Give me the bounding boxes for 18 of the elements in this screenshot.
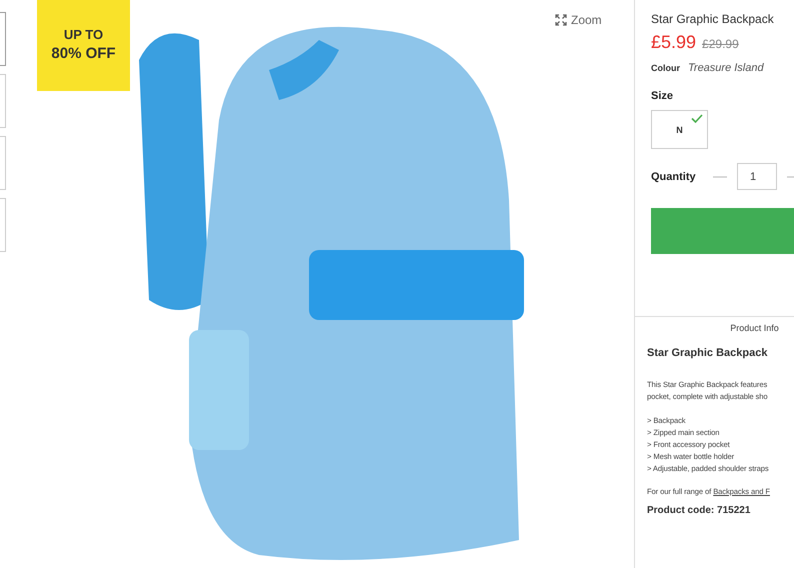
product-name: Star Graphic Backpack xyxy=(647,347,768,359)
minus-icon[interactable] xyxy=(713,174,727,178)
check-icon xyxy=(691,114,703,123)
quantity-field[interactable]: 1 xyxy=(737,163,777,190)
size-option[interactable]: N xyxy=(651,110,708,149)
expand-icon xyxy=(555,14,567,26)
colour-label: Colour xyxy=(651,63,680,73)
discount-badge: UP TO 80% OFF xyxy=(37,0,130,91)
size-label: Size xyxy=(651,90,674,102)
product-code: Product code: 715221 xyxy=(647,505,750,516)
quantity-label: Quantity xyxy=(651,170,697,182)
sale-price: £5.99 xyxy=(651,32,696,53)
original-price: £29.99 xyxy=(702,37,739,51)
panel-heading: Product Info xyxy=(729,323,780,333)
colour-value: Treasure Island xyxy=(688,62,764,74)
add-to-bag-button[interactable] xyxy=(651,208,794,254)
product-title: Star Graphic Backpack xyxy=(651,12,775,26)
zoom-button[interactable]: Zoom xyxy=(555,13,602,27)
